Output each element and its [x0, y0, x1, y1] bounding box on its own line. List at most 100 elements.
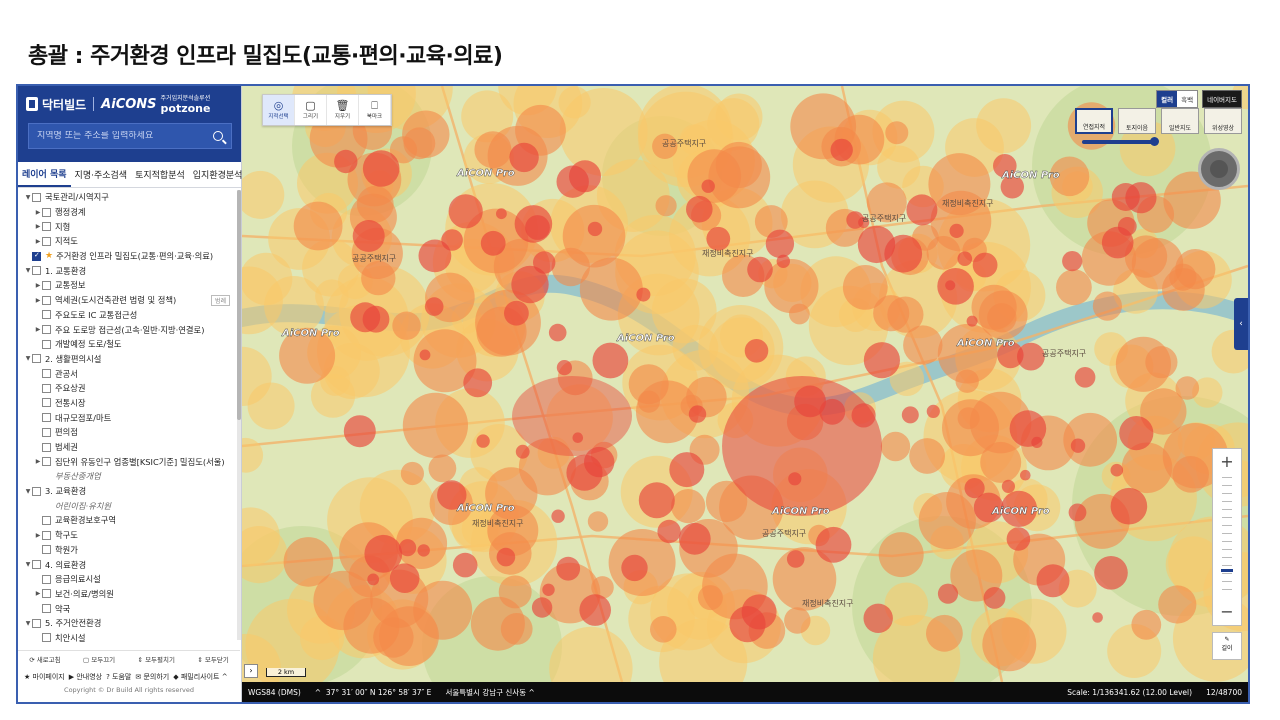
- layer-tree-item[interactable]: 전통시장: [18, 396, 240, 411]
- layer-tree-item[interactable]: ▶ 집단위 유동인구 업종별[KSIC기준] 밀집도(서울): [18, 454, 240, 469]
- layer-tree-item[interactable]: ▶ 교통정보: [18, 278, 240, 293]
- layer-checkbox[interactable]: [42, 589, 51, 599]
- map-tool-button[interactable]: ◎ 지적선택: [263, 95, 295, 125]
- layer-checkbox[interactable]: [42, 295, 51, 305]
- layer-checkbox[interactable]: [42, 207, 51, 217]
- caret-down-icon[interactable]: ▼: [24, 488, 32, 495]
- right-panel-toggle[interactable]: ‹: [1234, 298, 1248, 350]
- caret-right-icon[interactable]: ▶: [34, 326, 42, 333]
- layer-tree-item[interactable]: 법세권: [18, 440, 240, 455]
- search-icon[interactable]: [213, 131, 223, 141]
- layer-satellite-button[interactable]: 위성영상: [1204, 108, 1242, 134]
- caret-right-icon[interactable]: ▶: [34, 532, 42, 539]
- layer-tree-item[interactable]: 부동산중개업: [18, 469, 240, 484]
- layer-tree-item[interactable]: 편의점: [18, 425, 240, 440]
- expand-all-button[interactable]: ⇕ 모두펼치기: [138, 654, 175, 664]
- layer-checkbox[interactable]: [42, 604, 51, 614]
- layer-tree-item[interactable]: 주요상권: [18, 381, 240, 396]
- all-off-button[interactable]: ▢ 모두끄기: [83, 654, 115, 664]
- layer-checkbox[interactable]: [32, 266, 41, 276]
- layer-checkbox[interactable]: [32, 486, 41, 496]
- zoom-out-button[interactable]: −: [1213, 599, 1241, 623]
- layer-checkbox[interactable]: [42, 369, 51, 379]
- zoom-slider[interactable]: [1213, 473, 1241, 599]
- layer-tree-item[interactable]: ▶ 지형: [18, 219, 240, 234]
- measure-length-button[interactable]: ✎ 길이: [1212, 632, 1242, 660]
- inquiry-link[interactable]: ✉ 문의하기: [135, 672, 169, 682]
- layer-checkbox[interactable]: [32, 192, 41, 202]
- tab-location-analysis[interactable]: 입지환경분석: [189, 162, 247, 187]
- layer-tree-item[interactable]: ▶ 지적도: [18, 234, 240, 249]
- layer-tree-item[interactable]: 교육환경보호구역: [18, 513, 240, 528]
- layer-tree-item[interactable]: ▶ 학구도: [18, 528, 240, 543]
- layer-tree-item[interactable]: 관공서: [18, 366, 240, 381]
- layer-tree-item[interactable]: ▶ 역세권(도시건축관련 법령 및 정책) 범례: [18, 293, 240, 308]
- layer-checkbox[interactable]: [32, 560, 41, 570]
- layer-checkbox[interactable]: [42, 633, 51, 643]
- layer-checkbox[interactable]: [42, 515, 51, 525]
- help-link[interactable]: ? 도움말: [106, 672, 131, 682]
- caret-right-icon[interactable]: ▶: [34, 238, 42, 245]
- gray-mode-button[interactable]: 흑백: [1177, 91, 1197, 107]
- caret-down-icon[interactable]: ▼: [24, 355, 32, 362]
- layer-checkbox[interactable]: [42, 574, 51, 584]
- layer-checkbox[interactable]: [42, 530, 51, 540]
- layer-checkbox[interactable]: [42, 398, 51, 408]
- layer-tree-item[interactable]: ▼ 5. 주거안전환경: [18, 616, 240, 631]
- zoom-in-button[interactable]: +: [1213, 449, 1241, 473]
- address-readout[interactable]: 서울특별시 강남구 신사동 ^: [445, 687, 534, 698]
- tab-address-search[interactable]: 지명·주소검색: [71, 162, 132, 187]
- caret-right-icon[interactable]: ▶: [34, 223, 42, 230]
- layer-tree-item[interactable]: ▼ 국토관리/시역지구: [18, 190, 240, 205]
- naver-map-button[interactable]: 네이버지도: [1202, 90, 1242, 108]
- layer-checkbox[interactable]: [42, 280, 51, 290]
- caret-down-icon[interactable]: ▼: [24, 267, 32, 274]
- layer-checkbox[interactable]: [32, 354, 41, 364]
- layer-checkbox[interactable]: [42, 413, 51, 423]
- collapse-all-button[interactable]: ⇕ 모두닫기: [197, 654, 228, 664]
- layer-general-map-button[interactable]: 일반지도: [1161, 108, 1199, 134]
- layer-tree-item[interactable]: 어린이집·유치원: [18, 498, 240, 513]
- layer-checkbox[interactable]: [42, 457, 51, 467]
- layer-tree-item[interactable]: ▶ 행정경계: [18, 205, 240, 220]
- layer-tree-item[interactable]: 대규모점포/마트: [18, 410, 240, 425]
- family-site-link[interactable]: ◆ 패밀리사이트 ^: [173, 672, 227, 682]
- guide-video-link[interactable]: ▶ 안내영상: [69, 672, 102, 682]
- legend-button[interactable]: 범례: [210, 294, 230, 306]
- layer-tree-item[interactable]: ▼ 1. 교통환경: [18, 263, 240, 278]
- layer-tree-item[interactable]: 주요도로 IC 교통접근성: [18, 308, 240, 323]
- layer-checkbox[interactable]: [42, 325, 51, 335]
- map-tool-button[interactable]: 🗑 지우기: [327, 95, 359, 125]
- layer-checkbox[interactable]: [42, 427, 51, 437]
- layer-checkbox[interactable]: [42, 222, 51, 232]
- zoom-level-marker[interactable]: [1221, 569, 1233, 572]
- layer-tree-item[interactable]: ▼ 2. 생활편의시설: [18, 352, 240, 367]
- logo[interactable]: 닥터빌드 AiCONS 주거입지분석솔루션 potzone: [26, 94, 210, 114]
- search-input[interactable]: [37, 131, 213, 141]
- caret-down-icon[interactable]: ▼: [24, 561, 32, 568]
- expand-map-button[interactable]: ›: [244, 664, 258, 678]
- caret-right-icon[interactable]: ▶: [34, 590, 42, 597]
- layer-tree-item[interactable]: 치안시설: [18, 631, 240, 646]
- caret-down-icon[interactable]: ▼: [24, 194, 32, 201]
- layer-checkbox[interactable]: [42, 383, 51, 393]
- layer-tree-item[interactable]: ▼ 4. 의료환경: [18, 557, 240, 572]
- layer-checkbox[interactable]: [32, 251, 41, 261]
- layer-checkbox[interactable]: [42, 339, 51, 349]
- layer-checkbox[interactable]: [42, 545, 51, 555]
- caret-right-icon[interactable]: ▶: [34, 297, 42, 304]
- map-tool-button[interactable]: ▢ 그리기: [295, 95, 327, 125]
- layer-toji-eum-button[interactable]: 토지이음: [1118, 108, 1156, 134]
- compass-icon[interactable]: [1198, 148, 1240, 190]
- tab-land-suitability[interactable]: 토지적합분석: [131, 162, 189, 187]
- layer-opacity-slider[interactable]: [1082, 137, 1159, 146]
- caret-right-icon[interactable]: ▶: [34, 209, 42, 216]
- refresh-button[interactable]: ⟳ 새로고침: [29, 654, 60, 664]
- layer-checkbox[interactable]: [42, 310, 51, 320]
- layer-tree-item[interactable]: ▶ 주요 도로망 접근성(고속·일반·지방·연결로): [18, 322, 240, 337]
- caret-right-icon[interactable]: ▶: [34, 282, 42, 289]
- caret-down-icon[interactable]: ▼: [24, 620, 32, 627]
- mypage-link[interactable]: ★ 마이페이지: [24, 672, 65, 682]
- layer-checkbox[interactable]: [42, 442, 51, 452]
- layer-tree-item[interactable]: 약국: [18, 601, 240, 616]
